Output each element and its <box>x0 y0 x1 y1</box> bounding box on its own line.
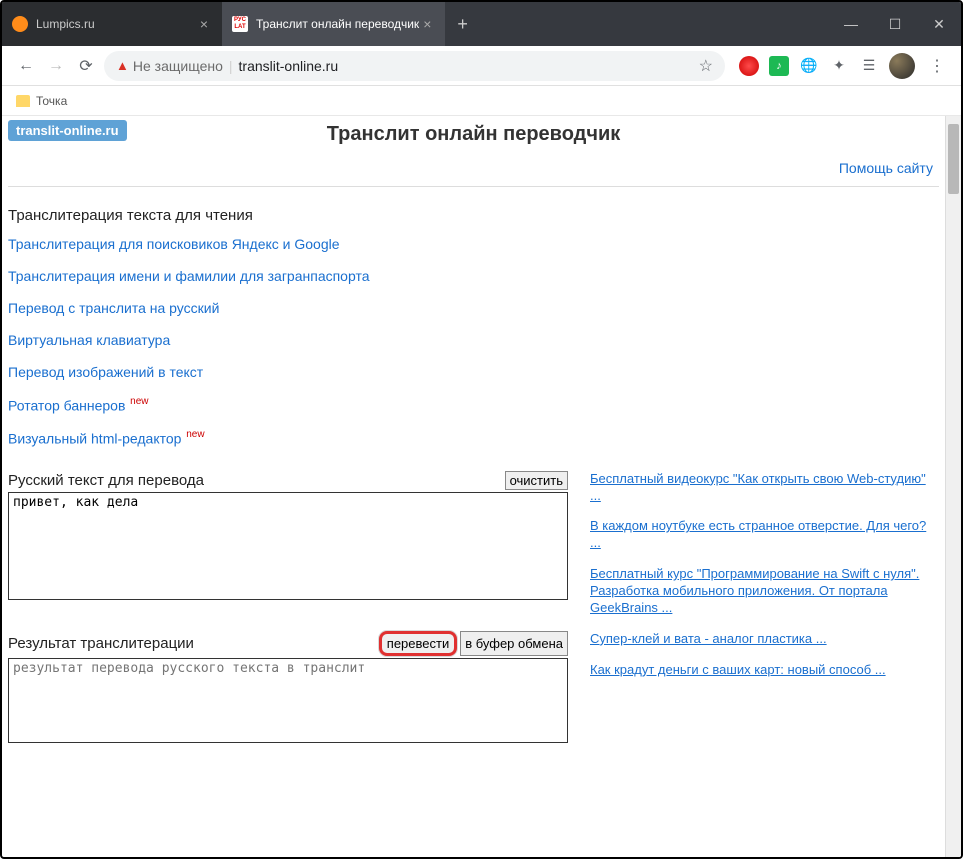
reading-list-icon[interactable]: ☰ <box>859 56 879 76</box>
music-icon[interactable]: ♪ <box>769 56 789 76</box>
translate-button[interactable]: перевести <box>379 631 457 656</box>
page-content: translit-online.ru Транслит онлайн перев… <box>2 116 945 857</box>
section-heading: Транслитерация текста для чтения <box>8 207 939 224</box>
address-bar: ← → ⟳ ▲ Не защищено | translit-online.ru… <box>2 46 961 86</box>
tab-label: Транслит онлайн переводчик <box>256 17 419 31</box>
tab-translit[interactable]: РУСLAT Транслит онлайн переводчик × <box>222 2 445 46</box>
sidebar-link[interactable]: Бесплатный курс "Программирование на Swi… <box>590 566 939 617</box>
translit-favicon: РУСLAT <box>232 16 248 32</box>
folder-icon <box>16 95 30 107</box>
extension-icons: O ♪ 🌐 ✦ ☰ ⋮ <box>739 53 949 79</box>
nav-link[interactable]: Визуальный html-редактор <box>8 431 181 447</box>
bookmark-star-icon[interactable]: ☆ <box>699 56 713 76</box>
minimize-button[interactable]: — <box>829 16 873 32</box>
url-field[interactable]: ▲ Не защищено | translit-online.ru ☆ <box>104 51 725 81</box>
new-badge: new <box>183 429 204 440</box>
profile-avatar[interactable] <box>889 53 915 79</box>
window-titlebar: Lumpics.ru × РУСLAT Транслит онлайн пере… <box>2 2 961 46</box>
security-warning[interactable]: ▲ Не защищено <box>116 58 223 74</box>
nav-link[interactable]: Транслитерация имени и фамилии для загра… <box>8 268 370 284</box>
clear-button[interactable]: очистить <box>505 471 568 490</box>
input-label: Русский текст для перевода <box>8 472 204 489</box>
result-textarea[interactable] <box>8 658 568 743</box>
sidebar-ads: Бесплатный видеокурс "Как открыть свою W… <box>590 471 939 748</box>
vertical-scrollbar[interactable] <box>945 116 961 857</box>
reload-button[interactable]: ⟳ <box>74 54 98 78</box>
lumpics-favicon <box>12 16 28 32</box>
globe-icon[interactable]: 🌐 <box>799 56 819 76</box>
nav-link[interactable]: Ротатор баннеров <box>8 397 125 413</box>
sidebar-link[interactable]: В каждом ноутбуке есть странное отверсти… <box>590 518 939 552</box>
close-icon[interactable]: × <box>419 16 435 32</box>
window-controls: — ☐ ✕ <box>829 2 961 46</box>
new-badge: new <box>127 396 148 407</box>
site-logo[interactable]: translit-online.ru <box>8 120 127 141</box>
sidebar-link[interactable]: Бесплатный видеокурс "Как открыть свою W… <box>590 471 939 505</box>
warning-triangle-icon: ▲ <box>116 58 129 73</box>
source-textarea[interactable] <box>8 492 568 600</box>
nav-link[interactable]: Перевод с транслита на русский <box>8 300 219 316</box>
bookmark-item[interactable]: Точка <box>36 94 67 108</box>
clipboard-button[interactable]: в буфер обмена <box>460 631 568 656</box>
opera-icon[interactable]: O <box>739 56 759 76</box>
tab-lumpics[interactable]: Lumpics.ru × <box>2 2 222 46</box>
close-window-button[interactable]: ✕ <box>917 16 961 33</box>
sidebar-link[interactable]: Как крадут деньги с ваших карт: новый сп… <box>590 662 939 679</box>
security-label: Не защищено <box>133 58 223 74</box>
navigation-links: Транслитерация для поисковиков Яндекс и … <box>8 236 939 449</box>
page-title: Транслит онлайн переводчик <box>8 123 939 146</box>
sidebar-link[interactable]: Супер-клей и вата - аналог пластика ... <box>590 631 939 648</box>
url-text: translit-online.ru <box>239 58 339 74</box>
nav-link[interactable]: Виртуальная клавиатура <box>8 332 170 348</box>
help-link[interactable]: Помощь сайту <box>839 160 933 176</box>
forward-button[interactable]: → <box>44 54 68 78</box>
tab-label: Lumpics.ru <box>36 17 95 31</box>
maximize-button[interactable]: ☐ <box>873 16 917 33</box>
nav-link[interactable]: Транслитерация для поисковиков Яндекс и … <box>8 236 340 252</box>
scroll-thumb[interactable] <box>948 124 959 194</box>
extensions-icon[interactable]: ✦ <box>829 56 849 76</box>
new-tab-button[interactable]: + <box>445 2 480 46</box>
bookmarks-bar: Точка <box>2 86 961 116</box>
divider <box>8 186 939 187</box>
output-label: Результат транслитерации <box>8 635 194 652</box>
nav-link[interactable]: Перевод изображений в текст <box>8 364 203 380</box>
close-icon[interactable]: × <box>196 16 212 32</box>
kebab-menu-icon[interactable]: ⋮ <box>925 56 949 76</box>
back-button[interactable]: ← <box>14 54 38 78</box>
